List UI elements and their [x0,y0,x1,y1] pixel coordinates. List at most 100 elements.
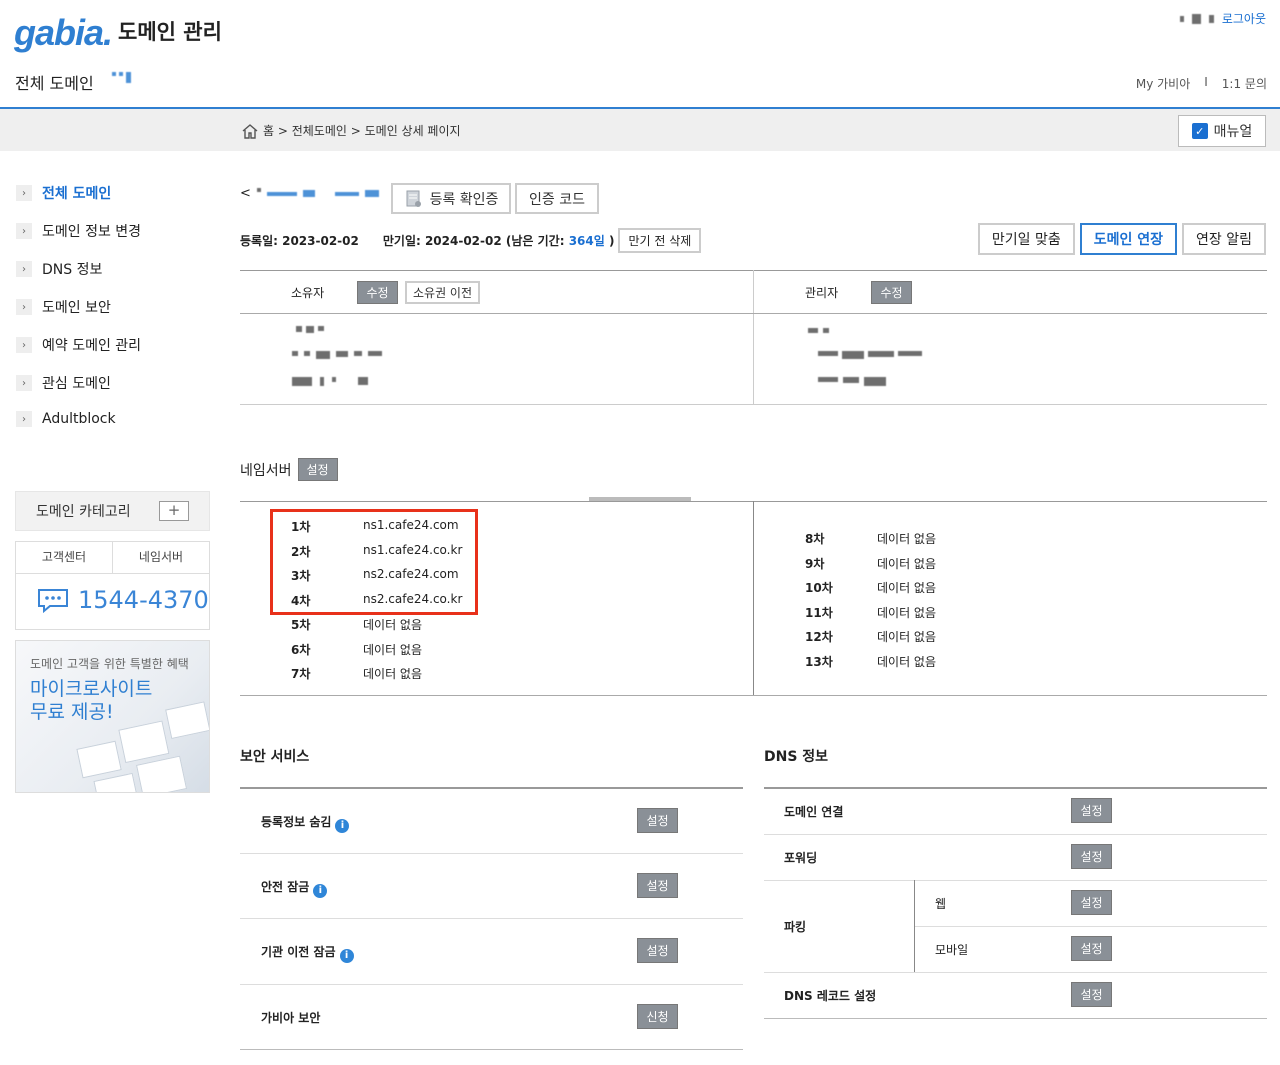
gabia-security-apply-button[interactable]: 신청 [637,1004,678,1029]
microsite-promo-banner[interactable]: 도메인 고객을 위한 특별한 혜택 마이크로사이트 무료 제공! [15,640,210,793]
nameserver-value: 데이터 없음 [363,642,423,657]
nameserver-row: 5차 데이터 없음 [291,616,462,641]
highlight-box [270,509,478,615]
parking-label: 파킹 [784,920,807,934]
sidebar-item-security[interactable]: › 도메인 보안 [16,297,111,317]
nameserver-row: 6차 데이터 없음 [291,641,462,666]
domain-connect-set-button[interactable]: 설정 [1071,798,1112,823]
nameserver-index: 11차 [805,605,833,620]
category-label: 도메인 카테고리 [36,504,131,520]
username-masked [1191,13,1201,24]
breadcrumb-text[interactable]: 홈 > 전체도메인 > 도메인 상세 페이지 [263,122,461,139]
info-icon[interactable]: i [339,948,354,963]
parking-mobile-label: 모바일 [935,943,969,957]
transfer-lock-set-button[interactable]: 설정 [637,938,678,963]
domain-name: < [240,186,379,201]
parking-mobile-set-button[interactable]: 설정 [1071,936,1112,961]
ownership-transfer-button[interactable]: 소유권 이전 [405,281,480,304]
chevron-right-icon: › [16,337,32,353]
renewal-notice-button[interactable]: 연장 알림 [1182,223,1266,255]
chevron-right-icon: › [16,223,32,239]
nameserver-row: 7차 데이터 없음 [291,665,462,690]
manual-button[interactable]: ✓ 매뉴얼 [1178,115,1266,147]
nameserver-section-title: 네임서버 설정 [240,458,338,481]
sidebar-item-label: 예약 도메인 관리 [42,338,142,354]
tab-customer-center[interactable]: 고객센터 [16,542,113,573]
nameserver-column-divider [753,501,754,695]
auth-code-button[interactable]: 인증 코드 [515,183,599,214]
app-title: 도메인 관리 [118,20,222,44]
nameserver-index: 6차 [291,642,311,657]
dns-record-set-button[interactable]: 설정 [1071,982,1112,1007]
sidebar-item-domain-info[interactable]: › 도메인 정보 변경 [16,221,141,241]
registration-certificate-button[interactable]: 등록 확인증 [391,183,511,214]
domain-name-masked [302,190,315,197]
parking-web-label: 웹 [935,897,947,911]
parking-web-set-button[interactable]: 설정 [1071,890,1112,915]
dns-record-label: DNS 레코드 설정 [784,989,877,1003]
extend-domain-button[interactable]: 도메인 연장 [1079,223,1178,255]
username-masked [1208,14,1214,23]
tab-nameserver[interactable]: 네임서버 [113,542,209,573]
gabia-logo[interactable]: gabia. [14,12,113,54]
dns-top-divider [764,787,1267,789]
chevron-right-icon: › [16,299,32,315]
match-expiry-button[interactable]: 만기일 맞춤 [977,223,1075,255]
certificate-icon [406,190,421,207]
link-separator: I [1204,75,1208,89]
logout-link[interactable]: 로그아웃 [1222,10,1266,27]
nameserver-tab-indicator [589,497,691,501]
breadcrumb: 홈 > 전체도메인 > 도메인 상세 페이지 [241,122,461,139]
sidebar-item-label: 관심 도메인 [42,376,111,392]
sidebar-item-label: 도메인 보안 [42,300,111,316]
admin-edit-button[interactable]: 수정 [871,281,912,304]
chevron-right-icon: › [16,411,32,427]
nameserver-value: 데이터 없음 [877,532,937,546]
chevron-right-icon: › [16,375,32,391]
inquiry-link[interactable]: 1:1 문의 [1222,75,1267,92]
nameserver-index: 5차 [291,618,311,632]
nameserver-value: 데이터 없음 [877,556,937,571]
promo-subtitle: 도메인 고객을 위한 특별한 혜택 [30,657,189,671]
sidebar-item-all-domains[interactable]: › 전체 도메인 [16,183,111,203]
nameserver-index: 9차 [805,556,825,571]
sidebar-item-dns[interactable]: › DNS 정보 [16,259,102,279]
chat-icon [38,589,68,613]
forwarding-set-button[interactable]: 설정 [1071,844,1112,869]
domain-category: 도메인 카테고리 + [15,491,210,531]
add-category-button[interactable]: + [159,501,189,521]
home-icon[interactable] [241,123,259,139]
gabia-security-text: 가비아 보안 [261,1011,321,1025]
safe-lock-text: 안전 잠금 [261,880,310,894]
domain-name-masked [334,191,359,196]
sidebar-item-watchlist[interactable]: › 관심 도메인 [16,373,111,393]
nameserver-row: 13차 데이터 없음 [805,653,936,678]
domain-name-masked [364,190,379,197]
back-link[interactable]: < [240,186,251,201]
my-gabia-link[interactable]: My 가비아 [1136,75,1190,92]
info-icon[interactable]: i [335,818,350,833]
nameserver-set-button[interactable]: 설정 [297,458,338,481]
owner-edit-button[interactable]: 수정 [357,281,398,304]
username-masked [1179,15,1184,22]
info-icon[interactable]: i [313,883,328,898]
whois-privacy-set-button[interactable]: 설정 [637,808,678,833]
nameserver-value: 데이터 없음 [363,667,423,681]
nameserver-index: 8차 [805,532,825,546]
sidebar-item-reserved[interactable]: › 예약 도메인 관리 [16,335,141,355]
sidebar-item-adultblock[interactable]: › Adultblock [16,411,116,427]
user-menu: 로그아웃 [1179,10,1266,27]
admin-name-masked [808,328,829,333]
row-divider [915,926,1267,927]
nameserver-value: 데이터 없음 [877,605,937,620]
nameserver-row: 10차 데이터 없음 [805,579,936,604]
forwarding-label: 포워딩 [784,851,818,865]
admin-email-masked [818,351,922,359]
nameserver-row: 9차 데이터 없음 [805,555,936,580]
safe-lock-set-button[interactable]: 설정 [637,873,678,898]
phone-number: 1544-4370 [78,586,209,614]
nameserver-index: 10차 [805,581,833,595]
owner-phone-masked [292,377,368,386]
sidebar-item-label: 도메인 정보 변경 [42,224,142,240]
early-delete-button[interactable]: 만기 전 삭제 [618,228,702,253]
